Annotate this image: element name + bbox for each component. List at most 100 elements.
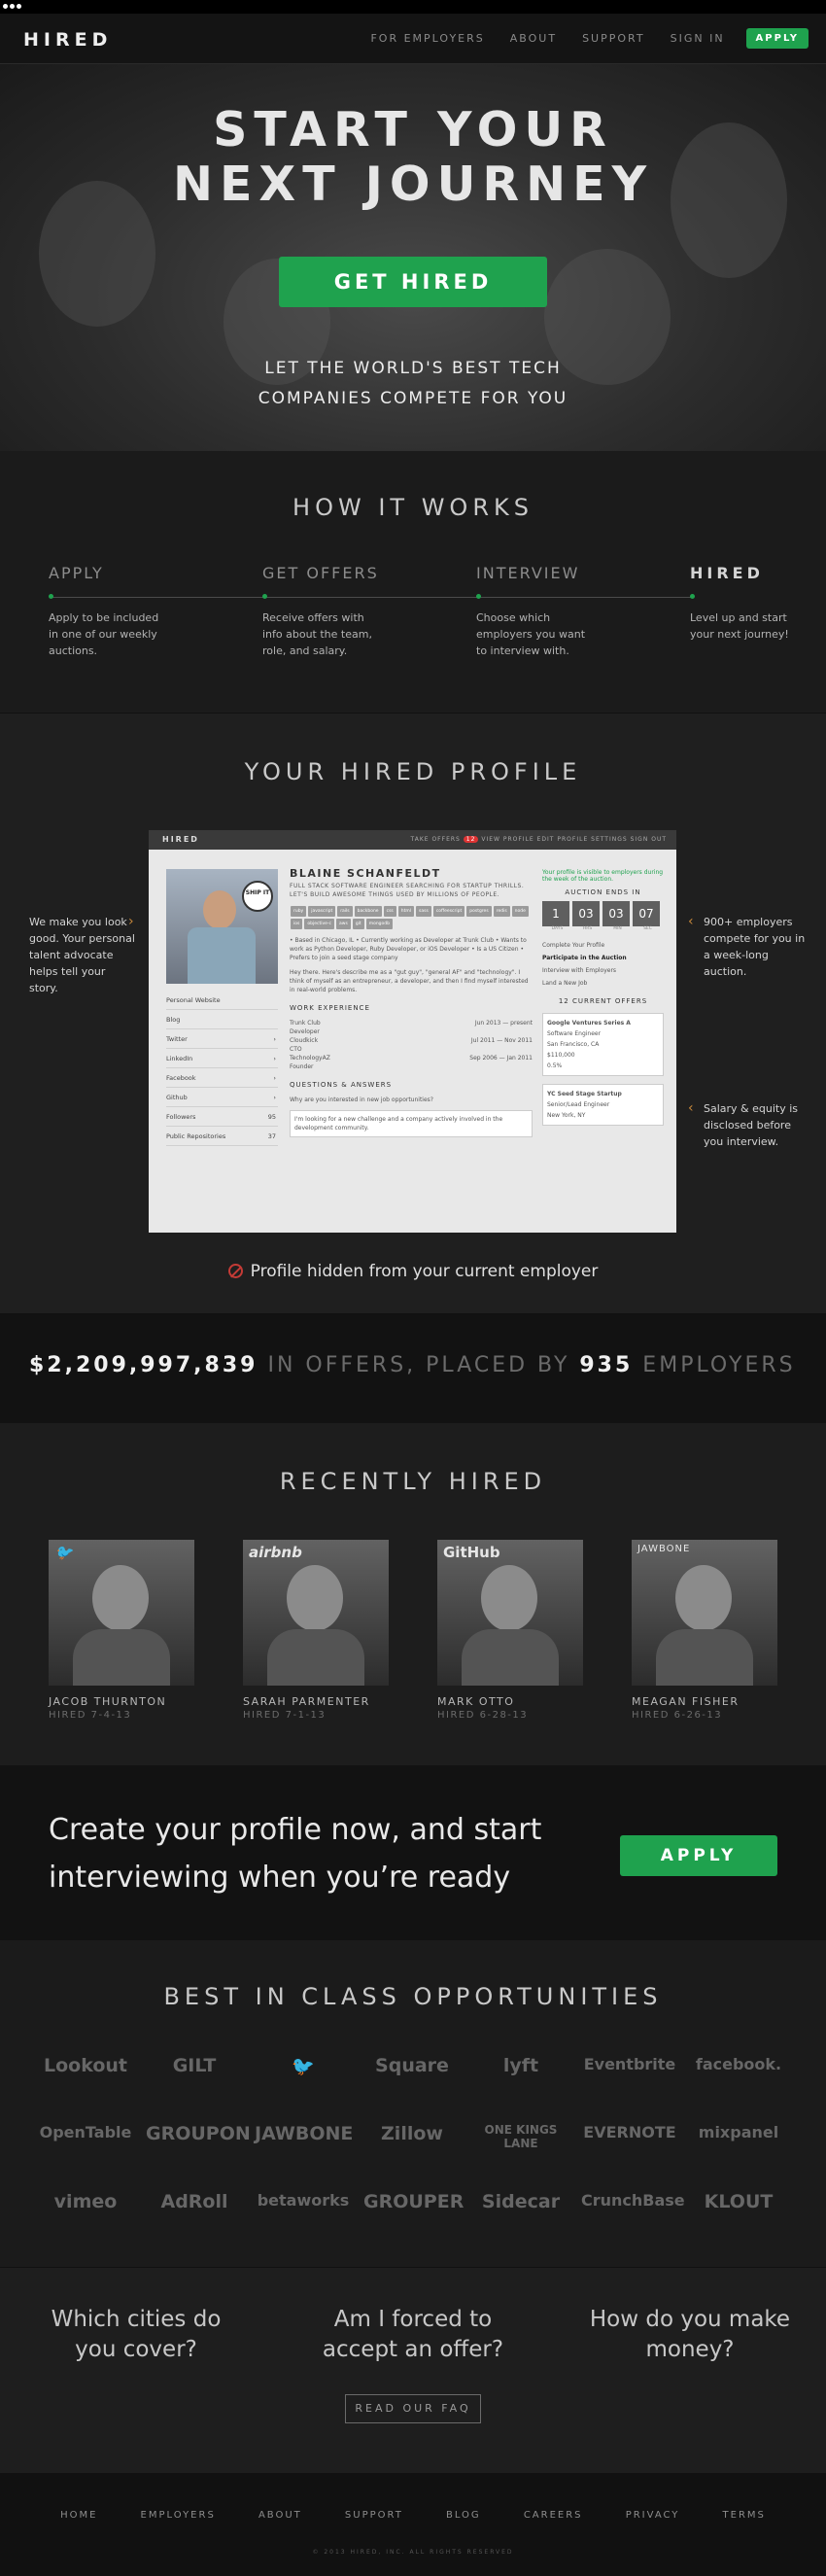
faq-question[interactable]: Which cities do you cover? <box>29 2305 243 2365</box>
profile-step: Land a New Job <box>542 980 588 987</box>
twitter-icon: 🐦 <box>54 1544 73 1561</box>
skill-chip: backbone <box>354 906 382 917</box>
countdown-labels: DAYS HRS MIN SEC <box>542 926 664 931</box>
footer-link-employers[interactable]: EMPLOYERS <box>141 2510 216 2521</box>
person-body <box>267 1629 364 1686</box>
footer-link-careers[interactable]: CAREERS <box>524 2510 583 2521</box>
side-link: Public Repositories 37 <box>166 1127 278 1146</box>
skill-chip: redis <box>493 906 510 917</box>
hired-person-card[interactable]: GitHub MARK OTTO HIRED 6-28-13 <box>437 1540 583 1721</box>
skill-chip: objective-c <box>304 919 335 929</box>
skill-chip: aws <box>336 919 351 929</box>
github-logo: GitHub <box>443 1544 500 1561</box>
job-row: Cloudkick CTO Jul 2011 — Nov 2011 <box>290 1036 533 1054</box>
qa-question: Why are you interested in new job opport… <box>290 1097 433 1103</box>
person-head <box>92 1565 149 1631</box>
company-logo: lyft <box>502 2055 539 2076</box>
footer-link-privacy[interactable]: PRIVACY <box>626 2510 680 2521</box>
avatar: SHIP IT <box>166 869 278 984</box>
company-logo: AdRoll <box>160 2191 228 2212</box>
hired-person-name: MARK OTTO <box>437 1695 515 1708</box>
side-link-count: › <box>273 1035 276 1043</box>
hired-person-photo: JAWBONE <box>632 1540 777 1686</box>
qa-answer: I'm looking for a new challenge and a co… <box>290 1110 533 1137</box>
profile-nav-links: VIEW PROFILE EDIT PROFILE SETTINGS SIGN … <box>481 836 667 843</box>
nav-link-sign-in[interactable]: SIGN IN <box>671 32 725 45</box>
countdown-label: SEC <box>643 926 652 931</box>
faq-question[interactable]: How do you make money? <box>583 2305 797 2365</box>
company-logo: ONE KINGS LANE <box>484 2123 558 2150</box>
countdown-label: MIN <box>613 926 622 931</box>
faq-section: Which cities do you cover? Am I forced t… <box>0 2267 826 2473</box>
side-link-label: Facebook <box>166 1074 196 1082</box>
company-logo: betaworks <box>257 2191 350 2210</box>
company-logo: vimeo <box>53 2191 118 2212</box>
offer-salary: $110,000 <box>547 1052 575 1059</box>
company-logo: GROUPER <box>363 2191 465 2212</box>
footer-link-home[interactable]: HOME <box>60 2510 97 2521</box>
footer-links: HOME EMPLOYERS ABOUT SUPPORT BLOG CAREER… <box>0 2510 826 2521</box>
nav-link-for-employers[interactable]: FOR EMPLOYERS <box>370 32 484 45</box>
skill-chip: git <box>352 919 364 929</box>
side-link-count: 37 <box>267 1132 276 1140</box>
hired-person-card[interactable]: 🐦 JACOB THURNTON HIRED 7-4-13 <box>49 1540 194 1721</box>
offer-company: Google Ventures Series A <box>547 1020 631 1027</box>
company-logo: GROUPON <box>146 2123 251 2144</box>
candidate-about: Hey there. Here's describe me as a "gut … <box>290 969 529 993</box>
footer-link-terms[interactable]: TERMS <box>723 2510 766 2521</box>
skill-chip: html <box>397 906 415 917</box>
offer-location: San Francisco, CA <box>547 1041 600 1048</box>
step-description: Choose which employers you want to inter… <box>476 611 586 657</box>
recently-hired-section: RECENTLY HIRED 🐦 JACOB THURNTON HIRED 7-… <box>0 1423 826 1765</box>
qa-title: QUESTIONS & ANSWERS <box>290 1081 393 1089</box>
side-link-label: LinkedIn <box>166 1055 193 1062</box>
hero-subtitle: LET THE WORLD'S BEST TECH COMPANIES COMP… <box>0 354 826 414</box>
footer-link-support[interactable]: SUPPORT <box>345 2510 403 2521</box>
get-hired-button[interactable]: GET HIRED <box>279 257 547 307</box>
hired-person-card[interactable]: JAWBONE MEAGAN FISHER HIRED 6-26-13 <box>632 1540 777 1721</box>
window-dot-icon <box>10 4 15 9</box>
company-logo: Lookout <box>43 2055 127 2076</box>
countdown-seconds: 07 <box>633 901 660 926</box>
step-label: HIRED <box>690 564 764 582</box>
company-logo: Zillow <box>381 2123 443 2144</box>
footer-link-about[interactable]: ABOUT <box>258 2510 302 2521</box>
apply-button[interactable]: APPLY <box>620 1835 777 1876</box>
skill-chip: postgres <box>466 906 492 917</box>
side-link: Twitter › <box>166 1029 278 1049</box>
how-step-hired: HIRED Level up and start your next journ… <box>690 564 826 643</box>
footer: HOME EMPLOYERS ABOUT SUPPORT BLOG CAREER… <box>0 2473 826 2576</box>
nav-apply-button[interactable]: APPLY <box>745 28 809 49</box>
cta-text: Create your profile now, and start inter… <box>49 1813 542 1895</box>
skill-chip: ios <box>291 919 303 929</box>
privacy-note: Profile hidden from your current employe… <box>0 1262 826 1281</box>
how-it-works-section: HOW IT WORKS APPLY Apply to be included … <box>0 451 826 714</box>
hired-logo[interactable]: HIRED <box>23 29 112 51</box>
side-link-label: Twitter <box>166 1035 188 1043</box>
job-dates: Sep 2006 — Jan 2011 <box>469 1055 533 1062</box>
nav-link-about[interactable]: ABOUT <box>510 32 557 45</box>
section-title: RECENTLY HIRED <box>279 1468 547 1495</box>
profile-side-links: Personal Website Blog Twitter › LinkedIn ›… <box>166 991 278 1146</box>
faq-question[interactable]: Am I forced to accept an offer? <box>306 2305 520 2365</box>
avatar-body <box>188 927 256 984</box>
side-link: LinkedIn › <box>166 1049 278 1068</box>
visibility-note: Your profile is visible to employers dur… <box>542 869 664 883</box>
nav-link-support[interactable]: SUPPORT <box>582 32 645 45</box>
profile-screenshot: HIRED TAKE OFFERS 12 VIEW PROFILE EDIT P… <box>149 830 676 1233</box>
read-faq-button[interactable]: READ OUR FAQ <box>345 2394 481 2423</box>
step-label: APPLY <box>49 564 104 582</box>
skill-chip: rails <box>337 906 353 917</box>
offer-card[interactable]: YC Seed Stage Startup Senior/Lead Engine… <box>542 1084 664 1126</box>
profile-step: Participate in the Auction <box>542 955 627 961</box>
hired-person-card[interactable]: airbnb SARAH PARMENTER HIRED 7-1-13 <box>243 1540 389 1721</box>
person-body <box>462 1629 559 1686</box>
candidate-name: BLAINE SCHANFELDT <box>290 867 441 880</box>
window-dot-icon <box>3 4 8 9</box>
company-logo: 🐦 <box>292 2056 315 2077</box>
skill-chip: ruby <box>291 906 307 917</box>
skill-chips: ruby javascript rails backbone css html sass co… <box>290 905 533 930</box>
offer-card[interactable]: Google Ventures Series A Software Engine… <box>542 1013 664 1076</box>
footer-link-blog[interactable]: BLOG <box>446 2510 481 2521</box>
chevron-left-icon: ‹ <box>688 914 694 929</box>
